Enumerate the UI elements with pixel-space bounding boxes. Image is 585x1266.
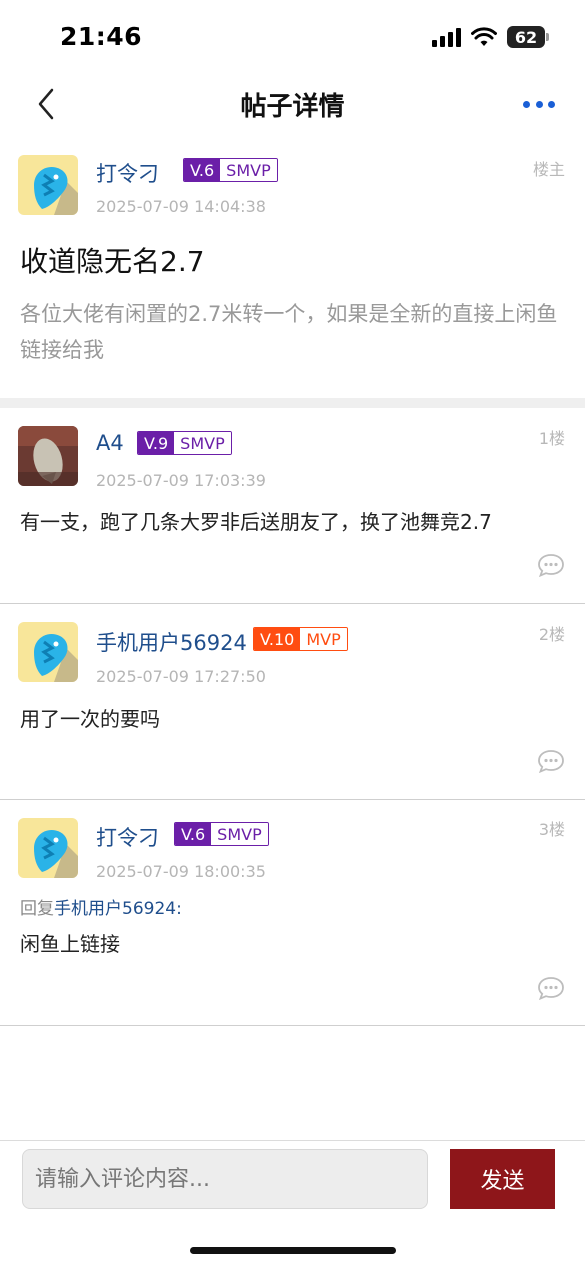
photo-avatar-icon (18, 426, 78, 486)
comment-bubble-icon[interactable] (537, 976, 565, 1000)
send-button[interactable]: 发送 (450, 1149, 555, 1209)
status-icons: 62 (432, 26, 549, 48)
tier-label: SMVP (174, 432, 231, 454)
post-body: 各位大佬有闲置的2.7米转一个，如果是全新的直接上闲鱼链接给我 (20, 302, 558, 362)
more-dots-icon[interactable] (523, 94, 555, 114)
comment-input[interactable] (22, 1149, 428, 1209)
tier-label: SMVP (220, 159, 277, 181)
fish-avatar-icon (18, 155, 78, 215)
reply-prefix: 回复 (20, 899, 54, 919)
reply-line: 回复手机用户56924: (20, 894, 182, 919)
home-indicator[interactable] (190, 1247, 396, 1254)
comment-author[interactable]: A4 (96, 431, 124, 455)
avatar[interactable] (18, 155, 78, 215)
section-divider (0, 398, 585, 408)
reply-target-user[interactable]: 手机用户56924: (54, 899, 182, 919)
comment-bubble-icon[interactable] (537, 553, 565, 577)
status-bar: 21:46 62 (0, 0, 585, 76)
comment-bar: 发送 (0, 1140, 585, 1266)
comment-author[interactable]: 打令刁 (96, 822, 159, 852)
tier-label: SMVP (211, 823, 268, 845)
floor-label: 1楼 (538, 429, 565, 448)
fish-avatar-icon (18, 818, 78, 878)
comment-time: 2025-07-09 17:03:39 (96, 471, 266, 490)
original-post: 打令刁 V.6 SMVP 2025-07-09 14:04:38 楼主 收道隐无… (0, 140, 585, 398)
comment-time: 2025-07-09 17:27:50 (96, 667, 266, 686)
level-badge: V.9 SMVP (137, 431, 232, 455)
post-author[interactable]: 打令刁 (96, 158, 159, 188)
comment-time: 2025-07-09 18:00:35 (96, 862, 266, 881)
signal-icon (432, 27, 461, 47)
fish-avatar-icon (18, 622, 78, 682)
comment-text: 有一支，跑了几条大罗非后送朋友了，换了池舞竞2.7 (20, 510, 492, 534)
comment-item: 手机用户56924 V.10 MVP 2025-07-09 17:27:50 2… (0, 604, 585, 800)
post-time: 2025-07-09 14:04:38 (96, 197, 266, 216)
avatar[interactable] (18, 818, 78, 878)
floor-label: 楼主 (532, 160, 565, 179)
comment-item: A4 V.9 SMVP 2025-07-09 17:03:39 1楼 有一支，跑… (0, 408, 585, 604)
nav-bar: 帖子详情 (0, 76, 585, 132)
post-title: 收道隐无名2.7 (20, 245, 205, 278)
floor-label: 2楼 (538, 625, 565, 644)
level-label: V.6 (184, 159, 221, 181)
comment-author[interactable]: 手机用户56924 (96, 627, 247, 657)
comment-item: 打令刁 V.6 SMVP 2025-07-09 18:00:35 3楼 回复手机… (0, 800, 585, 1026)
avatar[interactable] (18, 622, 78, 682)
floor-label: 3楼 (538, 820, 565, 839)
battery-icon: 62 (507, 26, 549, 48)
battery-level: 62 (514, 27, 538, 47)
comment-bubble-icon[interactable] (537, 749, 565, 773)
level-label: V.6 (175, 823, 212, 845)
page-title: 帖子详情 (240, 92, 345, 122)
wifi-icon (471, 27, 497, 46)
comment-text: 用了一次的要吗 (20, 707, 160, 731)
comment-text: 闲鱼上链接 (20, 932, 120, 956)
level-label: V.9 (138, 432, 175, 454)
tier-label: MVP (300, 628, 347, 650)
level-badge: V.6 SMVP (174, 822, 269, 846)
avatar[interactable] (18, 426, 78, 486)
level-badge: V.6 SMVP (183, 158, 278, 182)
level-badge: V.10 MVP (253, 627, 348, 651)
level-label: V.10 (254, 628, 301, 650)
status-time: 21:46 (60, 22, 143, 51)
